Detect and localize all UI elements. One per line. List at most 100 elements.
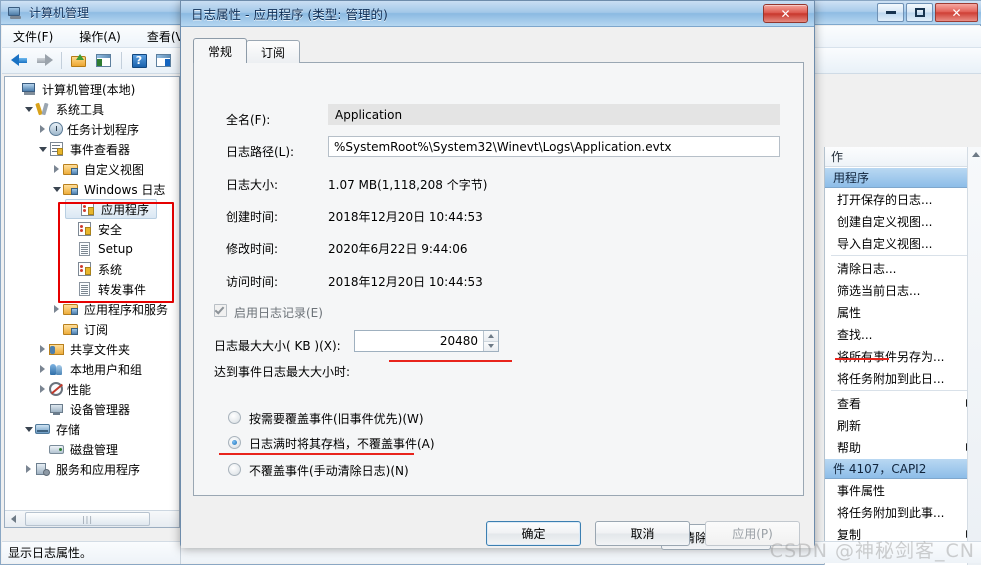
action-item-0-5[interactable]: 属性: [825, 301, 981, 323]
actions-group-header-0[interactable]: 用程序: [825, 167, 981, 188]
tree-horizontal-scrollbar[interactable]: |||: [5, 510, 179, 527]
tree-item-2[interactable]: 任务计划程序: [5, 119, 179, 139]
action-item-0-4[interactable]: 筛选当前日志...: [825, 279, 981, 301]
expand-triangle-icon[interactable]: [37, 384, 48, 395]
action-item-0-6[interactable]: 查找...: [825, 323, 981, 345]
action-item-1-0[interactable]: 事件属性: [825, 479, 981, 501]
tree-item-1[interactable]: 系统工具: [5, 99, 179, 119]
action-item-label: 将任务附加到此日...: [837, 371, 945, 386]
main-window-title: 计算机管理: [29, 6, 90, 20]
back-button[interactable]: [8, 50, 30, 71]
tree-item-6[interactable]: 应用程序: [65, 199, 157, 219]
expand-triangle-icon[interactable]: [51, 164, 62, 175]
tree-item-18[interactable]: 磁盘管理: [5, 439, 179, 459]
services-apps-icon: [35, 462, 52, 477]
menu-action[interactable]: 操作(A): [76, 26, 124, 47]
show-action-pane-button[interactable]: [153, 50, 175, 71]
main-close-button[interactable]: ✕: [935, 3, 978, 22]
tree-item-14[interactable]: 本地用户和组: [5, 359, 179, 379]
action-item-0-8[interactable]: 将任务附加到此日...: [825, 367, 981, 389]
action-item-0-9[interactable]: 查看: [825, 392, 981, 414]
maximize-button[interactable]: [906, 3, 933, 22]
tree-item-3[interactable]: 事件查看器: [5, 139, 179, 159]
tree-item-4[interactable]: 自定义视图: [5, 159, 179, 179]
action-item-0-7[interactable]: 将所有事件另存为...: [825, 345, 981, 367]
max-log-size-spinner[interactable]: [483, 331, 498, 351]
tree-item-17[interactable]: 存储: [5, 419, 179, 439]
tree-item-15[interactable]: 性能: [5, 379, 179, 399]
help-button[interactable]: ?: [128, 50, 150, 71]
actions-group-header-1[interactable]: 件 4107，CAPI2: [825, 458, 981, 479]
spinner-down-icon[interactable]: [484, 341, 498, 351]
field-log-path[interactable]: %SystemRoot%\System32\Winevt\Logs\Applic…: [328, 136, 780, 157]
tree-item-7[interactable]: 安全: [5, 219, 179, 239]
collapse-triangle-icon[interactable]: [23, 424, 34, 435]
ok-button[interactable]: 确定: [486, 521, 581, 546]
action-item-label: 筛选当前日志...: [837, 283, 921, 298]
actions-pane-header: 作: [825, 147, 981, 167]
screenshot-root: 计算机管理 ✕ 文件(F) 操作(A) 查看(V) ? 计算机管理(本地) 系统…: [0, 0, 981, 565]
scroll-thumb[interactable]: |||: [25, 512, 150, 526]
action-item-label: 刷新: [837, 418, 862, 433]
minimize-button[interactable]: [877, 3, 904, 22]
action-item-label: 创建自定义视图...: [837, 214, 933, 229]
tree-item-label: 系统工具: [56, 102, 105, 117]
expand-triangle-icon[interactable]: [37, 364, 48, 375]
collapse-triangle-icon[interactable]: [23, 104, 34, 115]
tree-item-19[interactable]: 服务和应用程序: [5, 459, 179, 479]
dialog-tabs: 常规 订阅: [193, 38, 301, 63]
local-users-icon: [49, 362, 66, 377]
field-full-name: Application: [328, 104, 780, 125]
tree-item-0[interactable]: 计算机管理(本地): [5, 79, 179, 99]
console-tree-pane[interactable]: 计算机管理(本地) 系统工具任务计划程序 事件查看器 自定义视图 Windows 日志应…: [4, 76, 180, 528]
tree-item-13[interactable]: 共享文件夹: [5, 339, 179, 359]
tree-item-9[interactable]: 系统: [5, 259, 179, 279]
collapse-triangle-icon[interactable]: [37, 144, 48, 155]
tree-item-16[interactable]: 设备管理器: [5, 399, 179, 419]
show-hide-console-tree-button[interactable]: [93, 50, 115, 71]
action-item-0-11[interactable]: 帮助: [825, 436, 981, 458]
value-accessed: 2018年12月20日 10:44:53: [328, 275, 483, 289]
input-max-log-size[interactable]: 20480: [354, 330, 499, 352]
up-one-level-button[interactable]: [68, 50, 90, 71]
expand-triangle-icon[interactable]: [37, 344, 48, 355]
cancel-button[interactable]: 取消: [595, 521, 690, 546]
actions-scroll-up-icon[interactable]: [968, 147, 981, 162]
performance-icon: [49, 382, 63, 396]
dialog-close-button[interactable]: ✕: [763, 4, 808, 23]
tree-item-8[interactable]: Setup: [5, 239, 179, 259]
action-item-0-2[interactable]: 导入自定义视图...: [825, 232, 981, 254]
action-item-1-1[interactable]: 将任务附加到此事...: [825, 501, 981, 523]
radio-archive-when-full[interactable]: [228, 436, 241, 449]
collapse-triangle-icon[interactable]: [51, 184, 62, 195]
tab-general[interactable]: 常规: [193, 38, 248, 63]
action-item-0-1[interactable]: 创建自定义视图...: [825, 210, 981, 232]
tab-subscriptions[interactable]: 订阅: [246, 40, 301, 63]
radio-overwrite-as-needed[interactable]: [228, 411, 241, 424]
action-item-0-3[interactable]: 清除日志...: [825, 257, 981, 279]
checkbox-enable-logging[interactable]: [214, 304, 227, 317]
tree-item-12[interactable]: 订阅: [5, 319, 179, 339]
annotation-underline-properties: [835, 358, 889, 360]
folder-up-icon: [71, 53, 87, 68]
spinner-up-icon[interactable]: [484, 331, 498, 342]
expand-triangle-icon[interactable]: [23, 464, 34, 475]
tree-item-11[interactable]: 应用程序和服务: [5, 299, 179, 319]
menu-file[interactable]: 文件(F): [10, 26, 56, 47]
actions-pane-scrollbar[interactable]: [967, 147, 981, 565]
tree-item-10[interactable]: 转发事件: [5, 279, 179, 299]
tree-item-5[interactable]: Windows 日志: [5, 179, 179, 199]
action-item-0-0[interactable]: 打开保存的日志...: [825, 188, 981, 210]
expand-triangle-icon[interactable]: [37, 124, 48, 135]
expand-triangle-icon[interactable]: [51, 304, 62, 315]
scroll-left-arrow-icon[interactable]: [5, 512, 21, 527]
radio-do-not-overwrite[interactable]: [228, 463, 241, 476]
tree-item-label: 性能: [67, 382, 92, 397]
action-item-0-10[interactable]: 刷新: [825, 414, 981, 436]
forward-button[interactable]: [33, 50, 55, 71]
tree-item-label: 订阅: [84, 322, 109, 337]
tree-item-label: Setup: [98, 242, 133, 256]
